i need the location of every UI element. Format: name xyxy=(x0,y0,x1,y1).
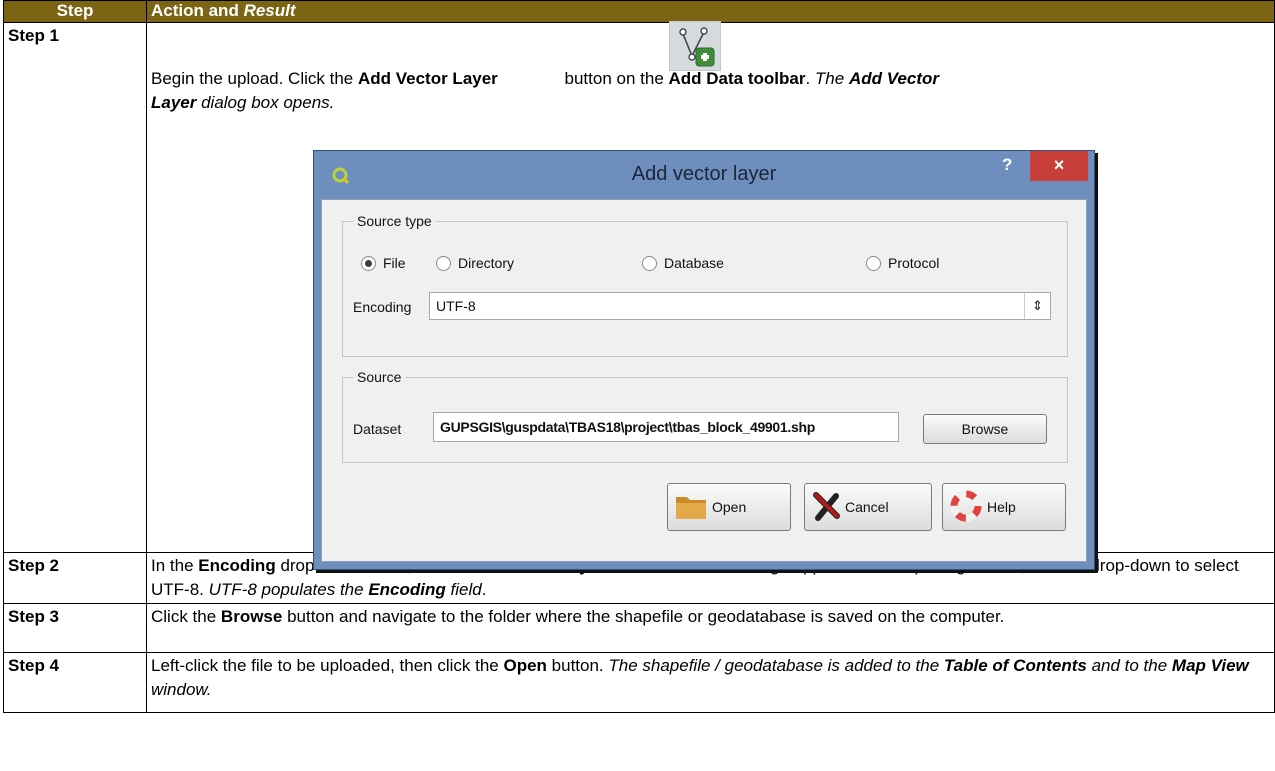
text-run-italic: window. xyxy=(151,680,212,699)
text-run: Left-click the file to be uploaded, then… xyxy=(151,656,504,675)
step-label: Step 3 xyxy=(3,603,147,653)
radio-protocol[interactable]: Protocol xyxy=(866,254,939,272)
source-group: Source Dataset GUPSGIS\guspdata\TBAS18\p… xyxy=(342,368,1068,463)
browse-button[interactable]: Browse xyxy=(923,414,1047,444)
text-run-bold-italic: Map View xyxy=(1171,656,1249,675)
radio-database-dot xyxy=(642,255,657,271)
text-run: button on the xyxy=(559,69,669,88)
radio-database-label: Database xyxy=(664,255,724,271)
text-run: button. xyxy=(546,656,609,675)
step-1-text: Begin the upload. Click the Add Vector L… xyxy=(151,21,1270,115)
text-run: . xyxy=(805,69,815,88)
text-run: . xyxy=(481,580,487,599)
source-legend: Source xyxy=(353,368,406,386)
text-run-italic: and to the xyxy=(1086,656,1172,675)
text-run-bold: Open xyxy=(503,656,547,675)
open-button-label: Open xyxy=(712,499,747,515)
help-button[interactable]: Help xyxy=(942,483,1066,531)
text-run-bold: Add Vector Layer xyxy=(357,69,498,88)
radio-database[interactable]: Database xyxy=(642,254,724,272)
step-label: Step 1 xyxy=(3,22,147,553)
source-type-legend: Source type xyxy=(353,212,436,230)
cancel-button-label: Cancel xyxy=(845,499,889,515)
text-run: Click the xyxy=(151,607,221,626)
dataset-field[interactable]: GUPSGIS\guspdata\TBAS18\project\tbas_blo… xyxy=(433,412,899,442)
dialog-close-button[interactable]: × xyxy=(1030,151,1088,181)
header-result-text: Result xyxy=(243,1,296,20)
help-button-label: Help xyxy=(987,499,1016,515)
dialog-title-bar: Add vector layer ? × xyxy=(314,151,1094,199)
header-action-text: Action and xyxy=(151,1,244,20)
step-body: Left-click the file to be uploaded, then… xyxy=(146,652,1275,713)
dialog-body: Source type File Directory Database Prot… xyxy=(321,199,1087,562)
text-run-italic: The xyxy=(814,69,849,88)
text-run-italic: dialog box opens. xyxy=(196,93,335,112)
text-run-bold: Browse xyxy=(220,607,283,626)
add-vector-layer-icon xyxy=(669,21,721,71)
text-run: button and navigate to the folder where … xyxy=(282,607,1005,626)
encoding-select[interactable]: UTF-8 ⇕ xyxy=(429,292,1051,320)
step-label: Step 2 xyxy=(3,552,147,604)
dataset-label: Dataset xyxy=(353,421,402,437)
add-vector-layer-dialog: Add vector layer ? × Source type File Di… xyxy=(313,150,1095,570)
text-run-bold-italic: Table of Contents xyxy=(943,656,1087,675)
cancel-x-icon xyxy=(811,491,841,524)
radio-protocol-label: Protocol xyxy=(888,255,940,271)
select-arrows-icon: ⇕ xyxy=(1024,293,1050,319)
text-run-italic: field xyxy=(445,580,482,599)
text-run-bold-italic: Encoding xyxy=(368,580,446,599)
radio-directory[interactable]: Directory xyxy=(436,254,514,272)
header-step: Step xyxy=(3,0,147,23)
text-run-italic: UTF-8 populates the xyxy=(208,580,369,599)
text-run: In the xyxy=(151,556,199,575)
text-run-bold-italic: Layer xyxy=(151,93,197,112)
header-action: Action and Result xyxy=(146,0,1275,23)
dialog-title: Add vector layer xyxy=(631,163,777,185)
table-row: Step 4 Left-click the file to be uploade… xyxy=(3,652,1275,713)
folder-icon xyxy=(674,491,708,524)
dialog-help-button[interactable]: ? xyxy=(1002,155,1012,175)
radio-file[interactable]: File xyxy=(361,254,406,272)
step-label: Step 4 xyxy=(3,652,147,713)
radio-directory-dot xyxy=(436,255,451,271)
encoding-value: UTF-8 xyxy=(436,298,476,314)
radio-file-dot xyxy=(361,255,376,271)
radio-file-label: File xyxy=(383,255,406,271)
encoding-label: Encoding xyxy=(353,299,412,315)
open-button[interactable]: Open xyxy=(667,483,791,531)
text-run: Begin the upload. Click the xyxy=(151,69,358,88)
source-type-group: Source type File Directory Database Prot… xyxy=(342,212,1068,357)
text-run-bold-italic: Add Vector xyxy=(848,69,939,88)
text-run-italic: The shapefile / geodatabase is added to … xyxy=(608,656,944,675)
table-row: Step 3 Click the Browse button and navig… xyxy=(3,603,1275,653)
cancel-button[interactable]: Cancel xyxy=(804,483,932,531)
step-body: Click the Browse button and navigate to … xyxy=(146,603,1275,653)
radio-directory-label: Directory xyxy=(458,255,515,271)
text-run-bold: Encoding xyxy=(198,556,276,575)
help-lifebuoy-icon xyxy=(949,489,983,526)
radio-protocol-dot xyxy=(866,255,881,271)
